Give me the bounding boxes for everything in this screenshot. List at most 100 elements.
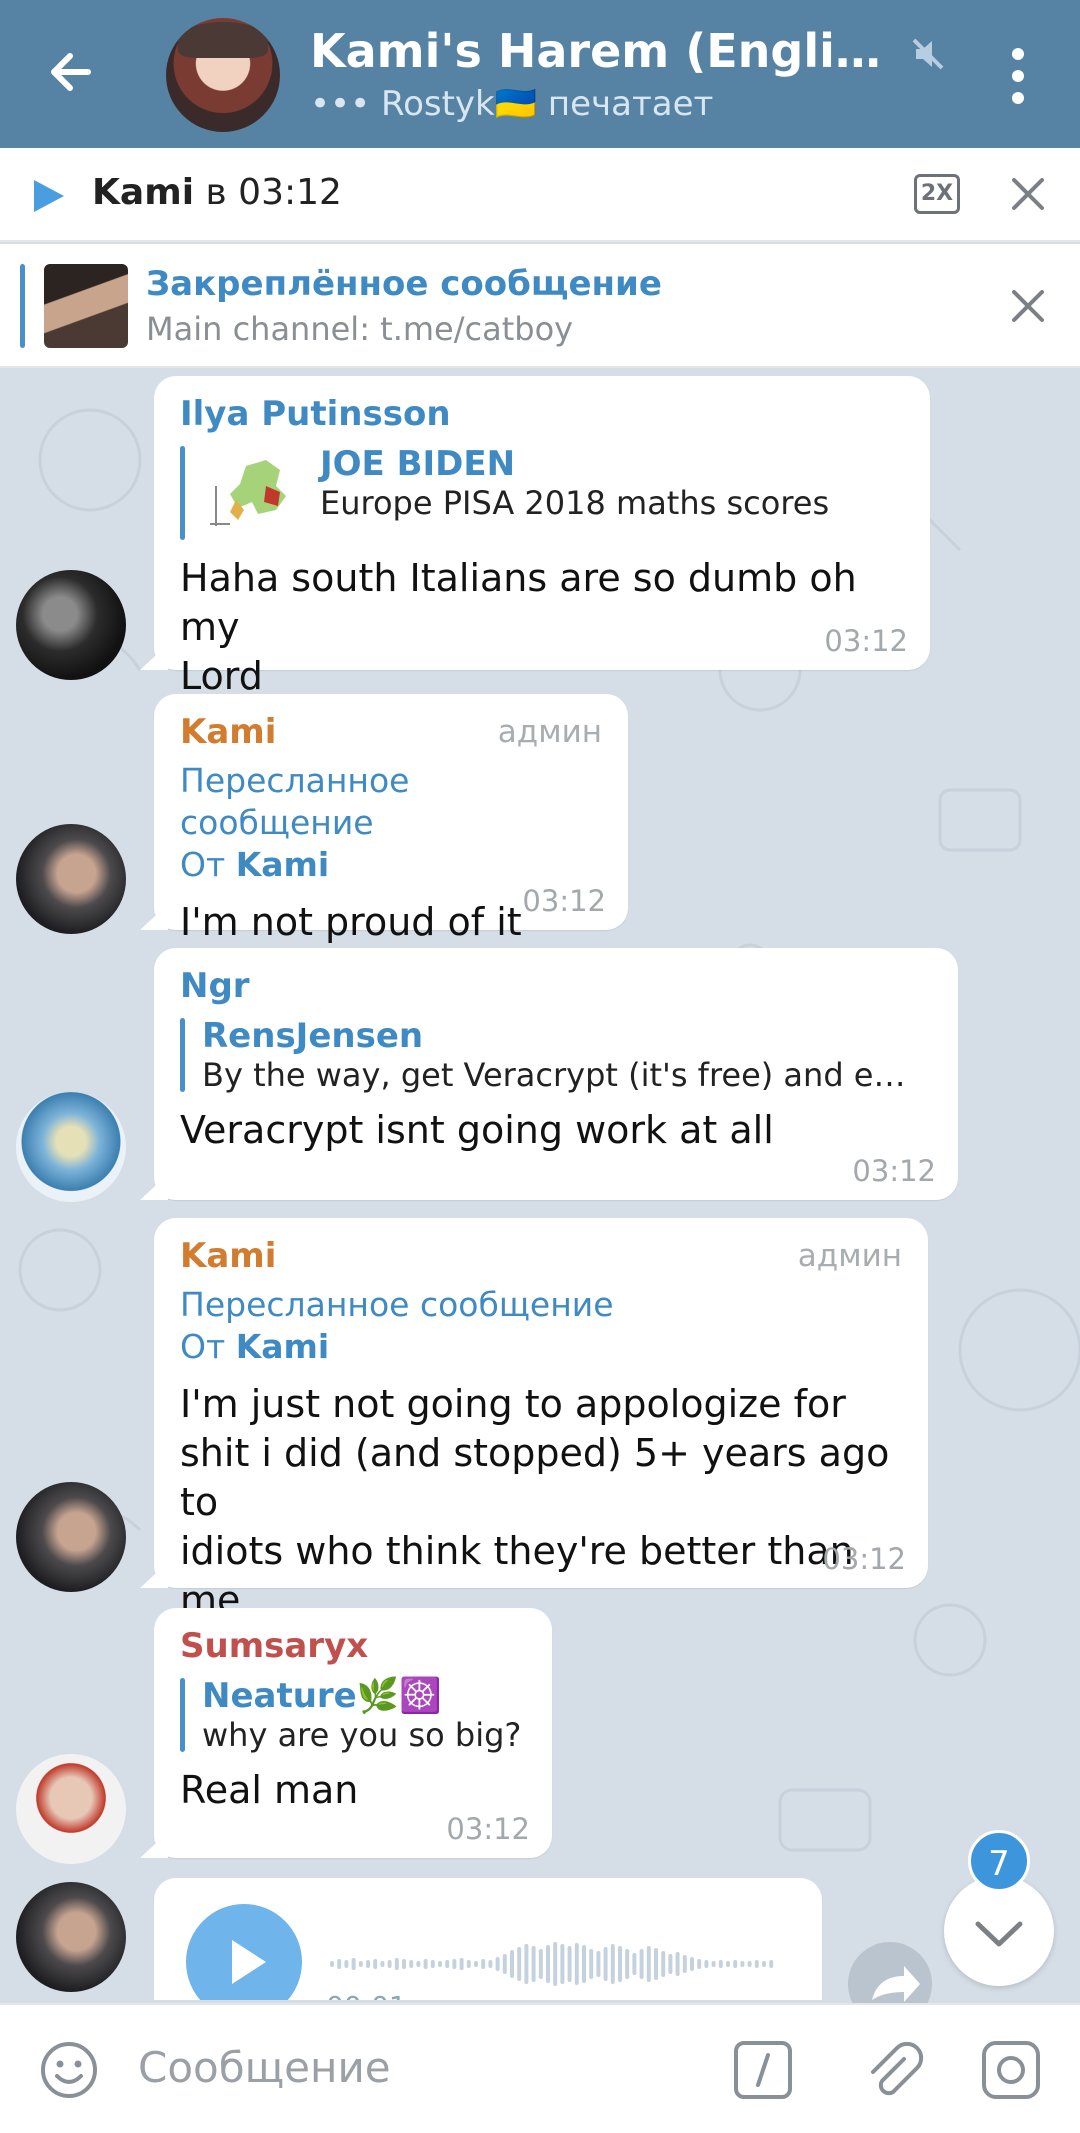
waveform-bar [358, 1961, 363, 1967]
reply-preview[interactable]: RensJensen By the way, get Veracrypt (it… [180, 1016, 932, 1094]
avatar[interactable] [16, 1882, 126, 1992]
pinned-indicator [20, 264, 25, 348]
waveform-bar [481, 1959, 486, 1969]
emoji-icon[interactable] [38, 2039, 100, 2101]
message-sender[interactable]: Ngr [180, 966, 932, 1006]
unread-count-badge: 7 [968, 1830, 1030, 1892]
waveform-bar [560, 1944, 565, 1984]
message-bubble[interactable]: Kami админ Пересланное сообщение От Kami… [140, 694, 628, 944]
waveform-bar [726, 1961, 730, 1967]
playback-speed-button[interactable]: 2X [914, 174, 960, 214]
pinned-text: Main channel: t.me/catboy [146, 310, 574, 348]
waveform-bar [704, 1960, 709, 1968]
waveform-bar [438, 1961, 442, 1967]
attach-icon[interactable] [858, 2037, 924, 2103]
waveform-bar [711, 1961, 716, 1967]
pinned-label: Закреплённое сообщение [146, 264, 662, 304]
waveform-bar [740, 1961, 745, 1967]
voice-waveform [330, 1942, 774, 1986]
avatar[interactable] [16, 1092, 126, 1202]
message-text: I'm just not going to appologize for shi… [180, 1380, 902, 1625]
waveform-bar [582, 1945, 586, 1983]
message-text: Haha south Italians are so dumb oh my Lo… [180, 554, 904, 701]
message-sender[interactable]: Kami [180, 1236, 902, 1276]
waveform-bar [344, 1960, 349, 1968]
waveform-bar [445, 1960, 450, 1968]
waveform-bar [546, 1945, 550, 1983]
message-bubble[interactable]: Ngr RensJensen By the way, get Veracrypt… [140, 948, 958, 1200]
voice-play-button[interactable] [186, 1904, 302, 2000]
avatar[interactable] [16, 1754, 126, 1864]
play-icon[interactable] [30, 178, 66, 214]
waveform-bar [567, 1946, 572, 1982]
waveform-bar [754, 1960, 759, 1968]
waveform-bar [610, 1944, 615, 1984]
waveform-bar [618, 1946, 622, 1982]
pinned-thumbnail [44, 264, 128, 348]
forwarded-author[interactable]: Kami [236, 1327, 330, 1366]
forwarded-label: Пересланное сообщение [180, 1285, 614, 1324]
waveform-bar [654, 1948, 658, 1980]
waveform-bar [416, 1961, 421, 1967]
chat-header: Kami's Harem (English On… ••• Rostyk🇺🇦 п… [0, 0, 1080, 148]
message-text: Veracrypt isnt going work at all [180, 1108, 774, 1152]
message-bubble[interactable]: Ilya Putinsson JOE BIDEN Europe PISA 201… [140, 376, 930, 698]
waveform-bar [488, 1960, 493, 1968]
waveform-bar [330, 1961, 334, 1967]
more-vert-icon[interactable] [1000, 44, 1036, 108]
message-time: 03:12 [852, 1154, 936, 1188]
audio-player-bar[interactable]: Kami в 03:12 2X [0, 148, 1080, 242]
message-time: 03:12 [822, 1542, 906, 1576]
waveform-bar [668, 1954, 673, 1974]
close-pinned-icon[interactable] [1008, 286, 1048, 326]
message-composer: Сообщение [0, 2003, 1080, 2133]
waveform-bar [553, 1942, 558, 1986]
message-input[interactable]: Сообщение [138, 2043, 391, 2092]
message-line: Haha south Italians are so dumb oh my [180, 556, 857, 649]
camera-icon[interactable] [980, 2039, 1042, 2101]
message-bubble[interactable]: Sumsaryx Neature🌿☸️ why are you so big? … [140, 1608, 552, 1858]
forwarded-header[interactable]: Пересланное сообщение От Kami [180, 760, 602, 886]
bot-command-icon[interactable] [732, 2039, 794, 2101]
waveform-bar [769, 1960, 774, 1968]
admin-badge: админ [497, 714, 602, 750]
typing-dots: ••• [310, 84, 371, 124]
close-icon[interactable] [1008, 174, 1048, 214]
forwarded-prefix: От [180, 1327, 226, 1366]
waveform-bar [459, 1958, 464, 1970]
waveform-bar [510, 1950, 514, 1978]
back-arrow-icon[interactable] [40, 40, 104, 104]
waveform-bar [762, 1961, 766, 1967]
waveform-bar [603, 1947, 608, 1981]
scroll-to-bottom-button[interactable] [944, 1876, 1054, 1986]
message-time: 03:12 [824, 624, 908, 658]
message-bubble[interactable]: Kami админ Пересланное сообщение От Kami… [140, 1218, 928, 1622]
reply-preview[interactable]: Neature🌿☸️ why are you so big? [180, 1676, 526, 1754]
avatar[interactable] [16, 1482, 126, 1592]
waveform-bar [675, 1952, 680, 1976]
group-avatar[interactable] [166, 18, 280, 132]
forwarded-author[interactable]: Kami [236, 845, 330, 884]
voice-message-bubble[interactable]: 00:01 [154, 1878, 822, 2000]
waveform-bar [682, 1955, 687, 1973]
waveform-bar [646, 1946, 651, 1982]
forwarded-from: От Kami [180, 844, 602, 886]
waveform-bar [661, 1951, 666, 1977]
waveform-bar [639, 1949, 644, 1979]
forwarded-header[interactable]: Пересланное сообщение От Kami [180, 1284, 902, 1368]
message-sender[interactable]: Ilya Putinsson [180, 394, 904, 434]
avatar[interactable] [16, 824, 126, 934]
waveform-bar [452, 1959, 457, 1969]
waveform-bar [394, 1958, 399, 1970]
avatar[interactable] [16, 570, 126, 680]
mute-icon [912, 38, 944, 70]
waveform-bar [625, 1949, 630, 1979]
reply-preview[interactable]: JOE BIDEN Europe PISA 2018 maths scores [180, 444, 904, 542]
message-list[interactable]: Ilya Putinsson JOE BIDEN Europe PISA 201… [0, 370, 1080, 2000]
message-text: Real man [180, 1768, 359, 1812]
waveform-bar [517, 1947, 522, 1981]
message-sender[interactable]: Sumsaryx [180, 1626, 526, 1666]
pinned-message-bar[interactable]: Закреплённое сообщение Main channel: t.m… [0, 244, 1080, 368]
chat-title[interactable]: Kami's Harem (English On… [310, 24, 900, 78]
reply-author: Neature🌿☸️ [202, 1676, 442, 1716]
